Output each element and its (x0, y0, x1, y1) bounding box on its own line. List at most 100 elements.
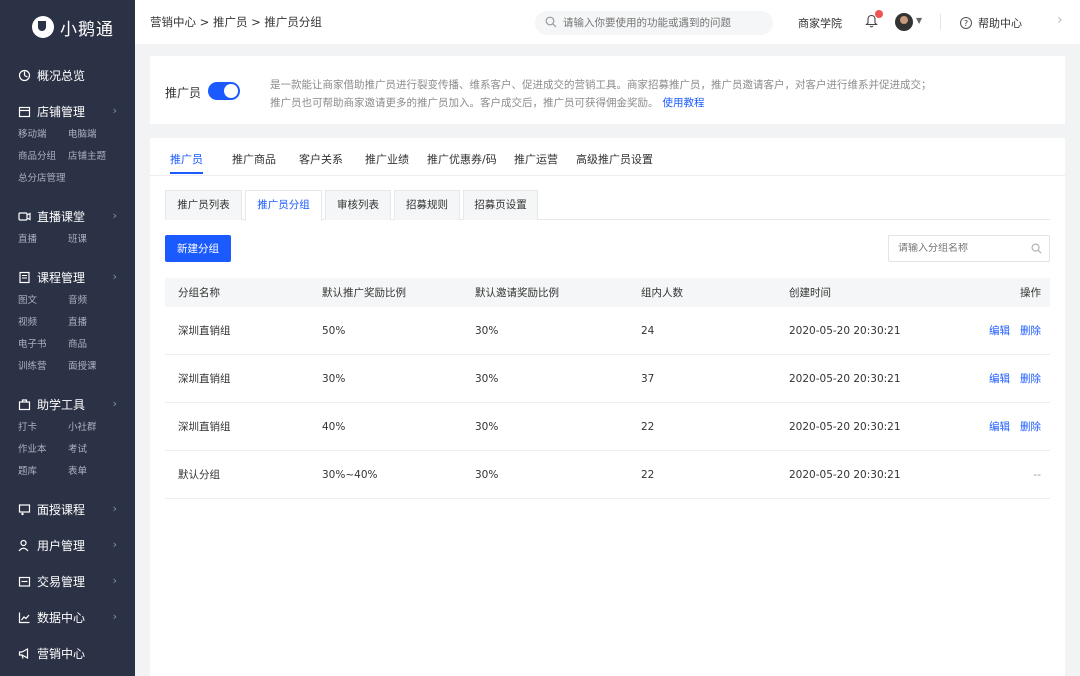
chart-icon (18, 611, 31, 624)
chevron-right-icon[interactable]: › (113, 104, 117, 117)
sidebar-item-trade[interactable]: 交易管理 › (18, 569, 117, 593)
group-table: 分组名称 默认推广奖励比例 默认邀请奖励比例 组内人数 创建时间 操作 深圳直销组 50% 3… (165, 278, 1050, 499)
sidebar-item-label: 课程管理 (37, 270, 86, 285)
sidebar-subitem[interactable]: 直播 (68, 312, 118, 334)
chevron-right-icon[interactable]: › (113, 270, 117, 283)
group-search-input[interactable] (898, 243, 1028, 254)
tab-0[interactable]: 推广员 (170, 151, 203, 174)
sidebar-item-course[interactable]: 课程管理 › (18, 265, 117, 289)
subtab-1[interactable]: 推广员分组 (245, 190, 322, 221)
sidebar-subitem[interactable]: 考试 (68, 439, 118, 461)
delete-button[interactable]: 删除 (1020, 323, 1041, 338)
sidebar: 小鹅通 概况总览 店铺管理 › 移动端 电脑端 商品分组 店铺主题 总分店管理 直播课堂 › 直播班… (0, 0, 135, 676)
sidebar-item-user[interactable]: 用户管理 › (18, 533, 117, 557)
sidebar-subitem[interactable]: 小社群 (68, 417, 118, 439)
chevron-right-icon[interactable]: › (113, 502, 117, 515)
avatar[interactable] (895, 13, 913, 31)
sidebar-subitem[interactable]: 题库 (18, 461, 68, 483)
chevron-right-icon[interactable]: › (1057, 12, 1063, 28)
search-icon[interactable] (1031, 243, 1042, 257)
edit-button[interactable]: 编辑 (989, 419, 1010, 434)
global-search[interactable] (535, 11, 773, 35)
merchant-school-link[interactable]: 商家学院 (798, 15, 842, 31)
sidebar-subitem[interactable]: 班课 (68, 229, 118, 251)
sidebar-item-toolbox[interactable]: 助学工具 › (18, 392, 117, 416)
sidebar-subitem[interactable]: 训练营 (18, 356, 68, 378)
sidebar-item-classroom[interactable]: 面授课程 › (18, 497, 117, 521)
help-center-link[interactable]: ? 帮助中心 (960, 15, 1022, 31)
subtab-2[interactable]: 审核列表 (325, 190, 391, 220)
promoter-description: 是一款能让商家借助推广员进行裂变传播、维系客户、促进成交的营销工具。商家招募推广… (270, 76, 1050, 112)
bell-icon[interactable] (865, 10, 883, 31)
chevron-right-icon[interactable]: › (113, 538, 117, 551)
tab-3[interactable]: 推广业绩 (365, 151, 409, 167)
help-center-label: 帮助中心 (978, 17, 1022, 30)
description-line-2: 推广员也可帮助商家邀请更多的推广员加入。客户成交后，推广员可获得佣金奖励。 使用教… (270, 94, 1050, 112)
sidebar-subitem[interactable]: 面授课 (68, 356, 118, 378)
sidebar-group: 用户管理 › (0, 533, 135, 557)
chevron-right-icon[interactable]: › (113, 209, 117, 222)
table-cell: 40% (322, 420, 346, 433)
sidebar-subitem[interactable]: 商品 (68, 334, 118, 356)
chevron-right-icon[interactable]: › (113, 610, 117, 623)
column-header: 默认推广奖励比例 (322, 287, 406, 299)
row-actions: 编辑 删除 (979, 355, 1041, 402)
sidebar-group: 直播课堂 › 直播 班课 (0, 204, 135, 251)
sidebar-item-store[interactable]: 店铺管理 › (18, 99, 117, 123)
table-cell: 30% (475, 324, 499, 337)
sidebar-subitem[interactable]: 图文 (18, 290, 68, 312)
subtab-3[interactable]: 招募规则 (394, 190, 460, 220)
chevron-right-icon[interactable]: › (113, 574, 117, 587)
sidebar-subitem[interactable]: 作业本 (18, 439, 68, 461)
logo[interactable]: 小鹅通 (0, 0, 135, 54)
toolbox-icon (18, 398, 31, 411)
delete-button[interactable]: 删除 (1020, 371, 1041, 386)
sidebar-nav: 概况总览 店铺管理 › 移动端 电脑端 商品分组 店铺主题 总分店管理 直播课堂 › 直播 班课 课程管… (0, 63, 135, 665)
table-cell: 22 (641, 468, 655, 481)
breadcrumb: 营销中心 > 推广员 > 推广员分组 (150, 15, 322, 29)
sidebar-subitem[interactable]: 店铺主题 (68, 146, 118, 168)
chevron-right-icon[interactable]: › (113, 397, 117, 410)
global-search-input[interactable] (563, 17, 763, 29)
delete-button[interactable]: 删除 (1020, 419, 1041, 434)
edit-button[interactable]: 编辑 (989, 323, 1010, 338)
chevron-down-icon[interactable]: ▼ (916, 16, 922, 25)
sidebar-subitem[interactable]: 表单 (68, 461, 118, 483)
sidebar-item-label: 店铺管理 (37, 104, 86, 119)
tab-6[interactable]: 高级推广员设置 (576, 151, 653, 167)
new-group-button[interactable]: 新建分组 (165, 235, 231, 262)
subtab-0[interactable]: 推广员列表 (165, 190, 242, 220)
table-row: 深圳直销组 50% 30% 24 2020-05-20 20:30:21 编辑 删除 (165, 307, 1050, 355)
sidebar-subitem[interactable]: 视频 (18, 312, 68, 334)
sidebar-subitem[interactable]: 商品分组 (18, 146, 68, 168)
sidebar-submenu: 打卡 小社群 作业本 考试 题库 表单 (18, 417, 117, 483)
tutorial-link[interactable]: 使用教程 (663, 97, 705, 109)
sidebar-subitem[interactable]: 打卡 (18, 417, 68, 439)
table-cell: 30% (475, 372, 499, 385)
sidebar-subitem[interactable]: 电子书 (18, 334, 68, 356)
sidebar-item-dashboard[interactable]: 概况总览 (18, 63, 117, 87)
group-search[interactable] (888, 235, 1050, 262)
logo-text: 小鹅通 (60, 19, 114, 40)
table-cell: 2020-05-20 20:30:21 (789, 324, 901, 337)
table-row: 深圳直销组 30% 30% 37 2020-05-20 20:30:21 编辑 删除 (165, 355, 1050, 403)
tab-2[interactable]: 客户关系 (299, 151, 343, 167)
sidebar-item-chart[interactable]: 数据中心 › (18, 605, 117, 629)
megaphone-icon (18, 647, 31, 660)
tab-5[interactable]: 推广运营 (514, 151, 558, 167)
table-cell: 2020-05-20 20:30:21 (789, 468, 901, 481)
sidebar-subitem[interactable]: 移动端 (18, 124, 68, 146)
sidebar-subitem[interactable]: 直播 (18, 229, 68, 251)
tab-4[interactable]: 推广优惠券/码 (427, 151, 497, 167)
edit-button[interactable]: 编辑 (989, 371, 1010, 386)
subtab-4[interactable]: 招募页设置 (463, 190, 538, 220)
sidebar-item-megaphone[interactable]: 营销中心 (18, 641, 117, 665)
promoter-toggle[interactable] (208, 82, 240, 100)
sidebar-subitem[interactable]: 电脑端 (68, 124, 118, 146)
sidebar-subitem[interactable]: 总分店管理 (18, 168, 68, 190)
sidebar-item-live[interactable]: 直播课堂 › (18, 204, 117, 228)
tab-1[interactable]: 推广商品 (232, 151, 276, 167)
sidebar-group: 数据中心 › (0, 605, 135, 629)
table-body: 深圳直销组 50% 30% 24 2020-05-20 20:30:21 编辑 删除 深圳直销… (165, 307, 1050, 499)
sidebar-subitem[interactable]: 音频 (68, 290, 118, 312)
